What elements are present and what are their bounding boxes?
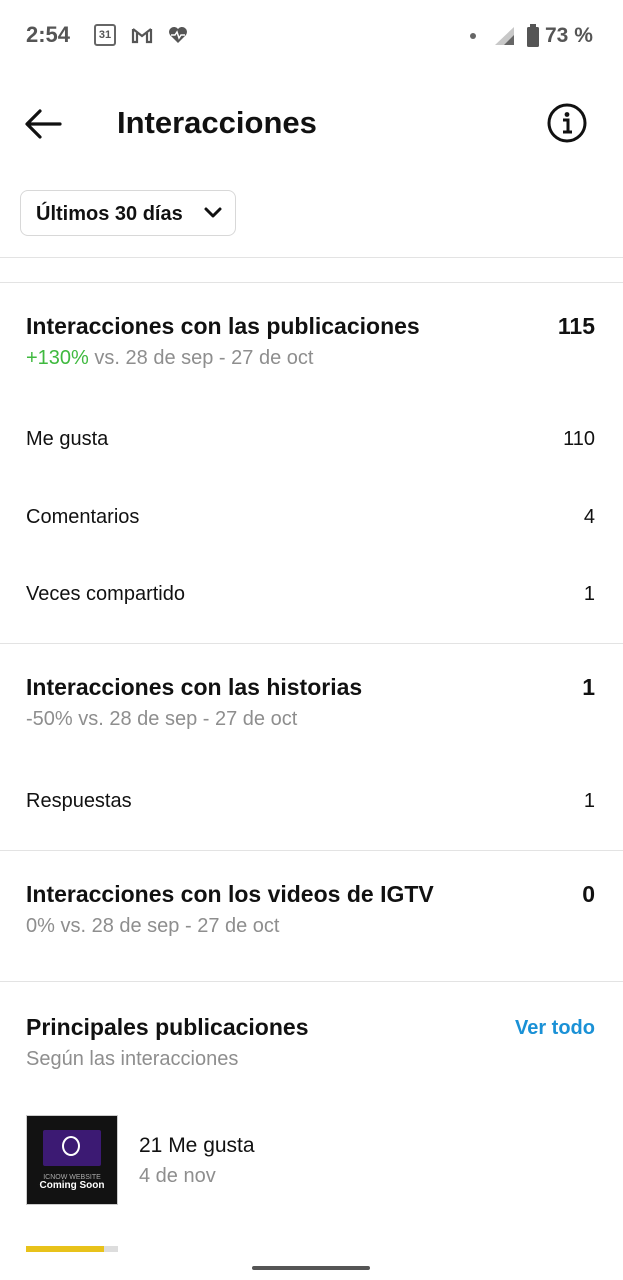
- post-likes[interactable]: 21 Me gusta: [139, 1134, 255, 1158]
- laptop-logo-icon: [43, 1130, 101, 1166]
- page-title: Interacciones: [117, 105, 317, 140]
- date-range-dropdown[interactable]: Últimos 30 días: [20, 190, 236, 236]
- see-all-link[interactable]: Ver todo: [515, 1017, 595, 1040]
- replies-label: Respuestas: [26, 790, 132, 812]
- likes-value: 110: [563, 428, 595, 450]
- battery-icon: [527, 24, 539, 47]
- stories-compare-range: vs. 28 de sep - 27 de oct: [72, 708, 298, 730]
- top-posts-title: Principales publicaciones: [26, 1014, 309, 1040]
- posts-interactions-value: 115: [557, 313, 595, 339]
- date-range-label: Últimos 30 días: [36, 203, 183, 225]
- posts-interactions-title: Interacciones con las publicaciones: [26, 313, 420, 339]
- post-date: 4 de nov: [139, 1165, 216, 1187]
- replies-value: 1: [583, 790, 595, 812]
- shares-label: Veces compartido: [26, 583, 185, 605]
- igtv-interactions-change: 0% vs. 28 de sep - 27 de oct: [26, 915, 280, 938]
- post-thumbnail[interactable]: [26, 1246, 118, 1252]
- app-bar: Interacciones: [0, 72, 623, 172]
- stories-interactions-title: Interacciones con las historias: [26, 674, 363, 700]
- divider: [0, 257, 623, 258]
- comments-value: 4: [583, 506, 595, 528]
- stories-interactions-value: 1: [582, 674, 595, 700]
- battery-percent: 73 %: [545, 24, 593, 47]
- gmail-icon: [131, 28, 153, 44]
- igtv-change-percent: 0%: [26, 915, 55, 937]
- chevron-down-icon: [204, 207, 222, 218]
- status-time: 2:54: [26, 22, 71, 47]
- divider: [0, 282, 623, 283]
- divider: [0, 981, 623, 982]
- notification-dot-icon: [470, 33, 476, 39]
- top-posts-subtitle: Según las interacciones: [26, 1048, 239, 1070]
- stories-interactions-change: -50% vs. 28 de sep - 27 de oct: [26, 708, 297, 731]
- igtv-compare-range: vs. 28 de sep - 27 de oct: [54, 915, 280, 937]
- divider: [0, 850, 623, 851]
- posts-compare-range: vs. 28 de sep - 27 de oct: [88, 347, 314, 369]
- igtv-interactions-title: Interacciones con los videos de IGTV: [26, 881, 434, 907]
- status-bar: 2:54 31 73 %: [0, 0, 623, 72]
- signal-icon: [495, 27, 514, 45]
- back-arrow-icon[interactable]: [22, 102, 66, 146]
- calendar-icon: 31: [94, 24, 116, 46]
- thumbnail-caption: Coming Soon: [39, 1180, 105, 1191]
- home-gesture-bar[interactable]: [252, 1266, 370, 1270]
- comments-label: Comentarios: [26, 506, 140, 528]
- igtv-interactions-value: 0: [582, 881, 595, 907]
- divider: [0, 643, 623, 644]
- posts-change-percent: +130%: [26, 347, 89, 369]
- posts-interactions-change: +130% vs. 28 de sep - 27 de oct: [26, 347, 313, 370]
- shares-value: 1: [583, 583, 595, 605]
- info-icon[interactable]: [546, 102, 588, 144]
- health-icon: [169, 27, 187, 43]
- stories-change-percent: -50%: [26, 708, 73, 730]
- post-thumbnail[interactable]: ICNOW WEBSITE Coming Soon: [26, 1115, 118, 1205]
- likes-label: Me gusta: [26, 428, 109, 450]
